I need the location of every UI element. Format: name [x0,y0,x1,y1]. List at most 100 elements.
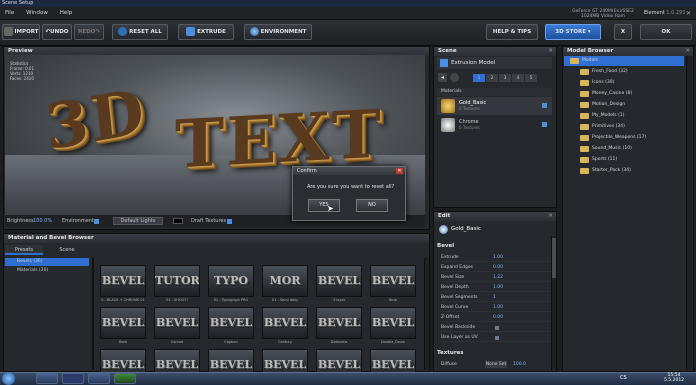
gear-icon[interactable] [450,73,459,82]
prop-checkbox[interactable] [495,336,499,340]
bevel-prop-row[interactable]: Bevel Depth 1.00 [441,283,553,292]
taskbar-app-explorer[interactable] [36,373,58,384]
tree-item-bevels[interactable]: Bevels (36) [5,258,89,266]
bevel-preset-tile[interactable]: TUTORIAL [154,265,200,297]
layer-tab-4[interactable]: 4 [512,74,524,82]
layer-tab-3[interactable]: 3 [499,74,511,82]
model-folder-item[interactable]: My_Models (1) [578,111,624,121]
material-browser-scrollbar[interactable] [424,258,429,370]
draft-textures-checkbox[interactable] [227,219,232,224]
model-folder-item[interactable]: Starter_Pack (34) [578,166,631,176]
background-color-swatch[interactable] [173,218,183,224]
edit-material-row: Gold_Basic [437,223,552,235]
bevel-preset-tile[interactable]: BEVEL [370,307,416,339]
model-folder-item[interactable]: Fresh_Food (32) [578,67,628,77]
model-folder-item[interactable]: Primitives (34) [578,122,625,132]
dialog-no-button[interactable]: NO [356,199,388,212]
tile-preview-text: BEVEL [317,358,361,371]
language-indicator[interactable]: CS [620,375,627,381]
model-folder-item[interactable]: Money_Casino (8) [578,89,632,99]
undo-button[interactable]: ↶UNDO [42,24,72,40]
material-item-gold[interactable]: Gold_Basic 0 Textures [437,97,552,115]
close-button[interactable]: X [614,24,632,40]
bevel-prop-row[interactable]: Use Layer as UV [441,333,553,342]
prop-value[interactable]: 1.00 [493,253,503,262]
diffuse-value[interactable]: None Set [485,361,507,368]
prop-label: Bevel Curve [441,305,469,310]
model-folder-item[interactable]: Sports (11) [578,155,617,165]
minimize-icon[interactable]: – [676,7,679,20]
menu-window[interactable]: Window [21,7,53,20]
model-folder-item[interactable]: Models [568,56,598,66]
taskbar-app-aftereffects[interactable] [62,373,84,384]
bevel-preset-tile[interactable]: BEVEL [316,307,362,339]
model-folder-item[interactable]: Sound_Music (10) [578,144,632,154]
redo-button[interactable]: REDO↷ [74,24,104,40]
tab-presets[interactable]: Presets [5,245,43,255]
bevel-preset-tile[interactable]: MOR [262,265,308,297]
bevel-prop-row[interactable]: Bevel Segments 1 [441,293,553,302]
environment-button[interactable]: ENVIRONMENT [244,24,312,40]
bevel-preset-tile[interactable]: BEVEL [316,265,362,297]
prop-value[interactable]: 0.00 [493,263,503,272]
dialog-close-icon[interactable]: ✕ [396,168,403,174]
material-visible-checkbox[interactable] [542,122,547,127]
material-visible-checkbox[interactable] [542,103,547,108]
3d-store-button[interactable]: 3D STORE ▾ [545,24,601,40]
arrow-left-icon[interactable]: ◂ [438,73,447,82]
edit-scrollbar[interactable] [551,236,556,370]
ok-button[interactable]: OK [640,24,692,40]
bevel-preset-tile[interactable]: BEVEL [100,307,146,339]
prop-checkbox[interactable] [495,326,499,330]
tile-preview-text: BEVEL [317,316,361,329]
close-window-icon[interactable]: ✕ [686,7,691,20]
diffuse-strength[interactable]: 100.0 [513,360,526,369]
material-item-chrome[interactable]: Chrome 0 Textures [437,116,552,134]
model-folder-item[interactable]: Projectile_Weapons (17) [578,133,646,143]
dialog-yes-button[interactable]: YES [308,199,340,212]
tile-label: Century [278,340,292,344]
help-tips-button[interactable]: HELP & TIPS [486,24,538,40]
prop-value[interactable]: 1.00 [493,303,503,312]
bevel-prop-row[interactable]: Expand Edges 0.00 [441,263,553,272]
bevel-preset-tile[interactable]: BEVEL [208,307,254,339]
bevel-prop-row[interactable]: Bevel Backside [441,323,553,332]
bevel-prop-row[interactable]: Bevel Curve 1.00 [441,303,553,312]
system-clock[interactable]: 15:54 5.5.2012 [664,373,684,383]
taskbar-app-element[interactable] [114,373,136,384]
prop-value[interactable]: 0.00 [493,313,503,322]
lights-dropdown[interactable]: Default Lights [113,217,163,225]
prop-value[interactable]: 1.22 [493,273,503,282]
bevel-prop-row[interactable]: Bevel Size 1.22 [441,273,553,282]
extrude-button[interactable]: EXTRUDE [178,24,234,40]
tree-item-materials[interactable]: Materials (20) [5,267,89,275]
viewport-stats: Statistics Frame: 0.01 Verts: 1210 Faces… [10,61,34,81]
tab-scene[interactable]: Scene [48,245,86,255]
taskbar-app-browser[interactable] [88,373,110,384]
import-button[interactable]: IMPORT [2,24,40,40]
brightness-value[interactable]: 100.0% [33,215,52,227]
bevel-preset-tile[interactable]: BEVEL [370,265,416,297]
prop-value[interactable]: 1.00 [493,283,503,292]
reset-all-button[interactable]: RESET ALL [112,24,168,40]
layer-tab-2[interactable]: 2 [486,74,498,82]
layer-tab-5[interactable]: 5 [525,74,537,82]
start-button[interactable] [2,372,15,385]
scrollbar-thumb[interactable] [552,238,556,278]
bevel-prop-row[interactable]: Z-Offset 0.00 [441,313,553,322]
bevel-preset-tile[interactable]: BEVEL [100,265,146,297]
scene-group-row[interactable]: Extrusion Model [437,57,552,69]
environment-checkbox[interactable] [94,219,99,224]
model-browser-scrollbar[interactable] [686,56,692,370]
model-folder-item[interactable]: Motion_Design [578,100,625,110]
bevel-preset-tile[interactable]: TYPO [208,265,254,297]
model-folder-item[interactable]: Icons (30) [578,78,614,88]
prop-value[interactable]: 1 [493,293,496,302]
layer-tab-1[interactable]: 1 [473,74,485,82]
diffuse-row[interactable]: Diffuse None Set 100.0 [441,360,553,369]
bevel-preset-tile[interactable]: BEVEL [154,307,200,339]
bevel-prop-row[interactable]: Extrude 1.00 [441,253,553,262]
bevel-preset-tile[interactable]: BEVEL [262,307,308,339]
menu-help[interactable]: Help [55,7,78,20]
menu-file[interactable]: File [0,7,19,20]
